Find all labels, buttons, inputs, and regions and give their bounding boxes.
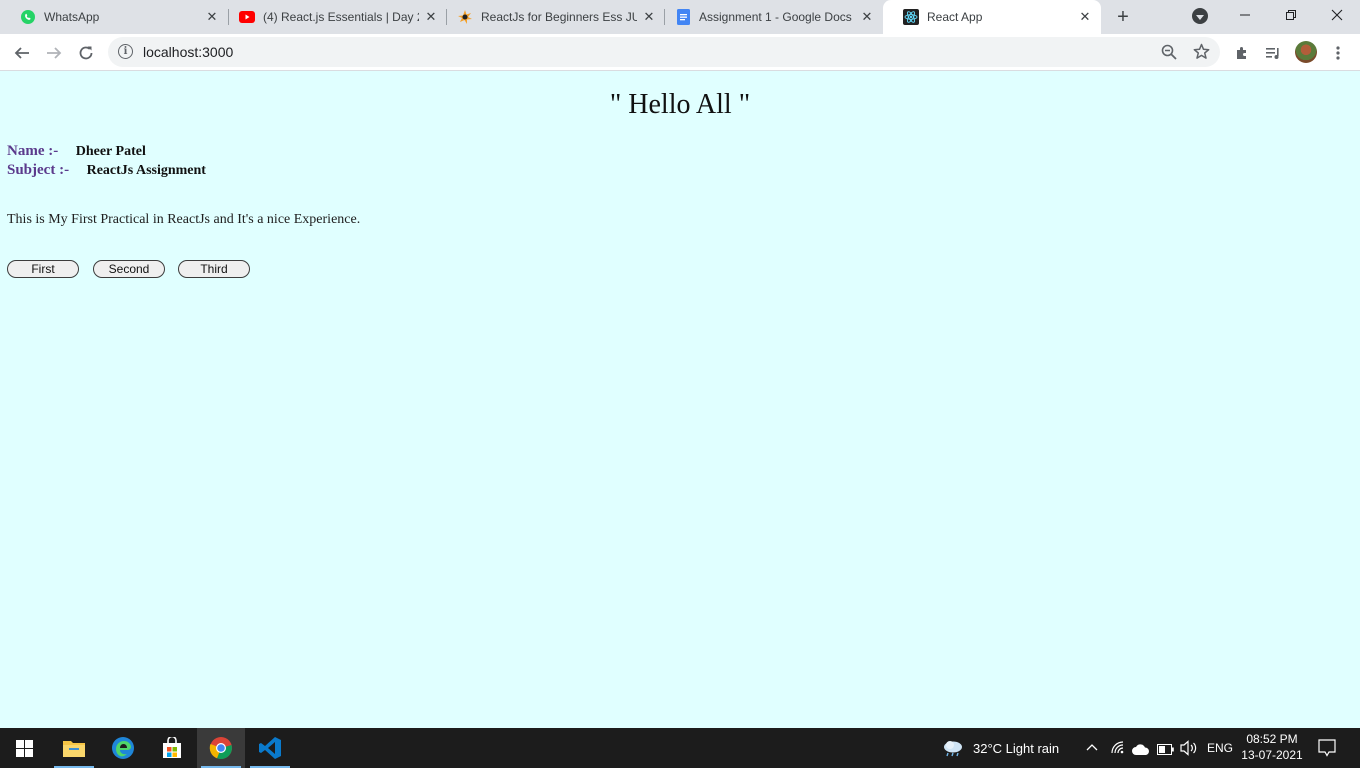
clock-time: 08:52 PM (1246, 732, 1298, 746)
back-button[interactable] (8, 39, 36, 67)
site-info-icon[interactable]: i (118, 44, 133, 59)
youtube-icon (239, 9, 255, 25)
third-button[interactable]: Third (178, 260, 250, 278)
name-value: Dheer Patel (75, 144, 146, 159)
name-label: Name :- (7, 143, 59, 159)
cloud-rain-icon[interactable] (942, 739, 964, 762)
wifi-icon[interactable] (1111, 741, 1125, 760)
browser-toolbar: i localhost:3000 (0, 34, 1360, 71)
bookmark-star-icon[interactable] (1193, 43, 1210, 65)
tab-label: Assignment 1 - Google Docs (699, 10, 852, 24)
page-content: " Hello All " Name :- Dheer Patel Subjec… (0, 71, 1360, 728)
windows-taskbar: 32°C Light rain ENG 08:52 PM 13-07-2021 (0, 728, 1360, 768)
subject-value: ReactJs Assignment (86, 163, 206, 178)
language-indicator[interactable]: ENG (1207, 741, 1233, 755)
first-button[interactable]: First (7, 260, 79, 278)
name-row: Name :- Dheer Patel (7, 143, 146, 160)
vscode-icon[interactable] (246, 728, 294, 768)
tab-label: ReactJs for Beginners Ess JUL (481, 10, 637, 24)
second-button[interactable]: Second (93, 260, 165, 278)
file-explorer-icon[interactable] (50, 728, 98, 768)
close-window-button[interactable] (1314, 0, 1360, 30)
subject-row: Subject :- ReactJs Assignment (7, 162, 206, 179)
extensions-icon[interactable] (1228, 39, 1256, 67)
tab-label: WhatsApp (44, 10, 100, 24)
tab-label: React App (927, 10, 983, 24)
reload-button[interactable] (72, 39, 100, 67)
menu-kebab-icon[interactable] (1324, 39, 1352, 67)
clock-date: 13-07-2021 (1241, 748, 1303, 762)
new-tab-button[interactable]: + (1110, 5, 1136, 29)
weather-text[interactable]: 32°C Light rain (973, 741, 1059, 756)
notification-icon[interactable] (1318, 739, 1336, 762)
close-icon[interactable]: ✕ (1077, 9, 1093, 25)
tab-reactjs-beginners[interactable]: ReactJs for Beginners Ess JUL ✕ (437, 0, 665, 34)
tab-google-docs[interactable]: Assignment 1 - Google Docs ✕ (655, 0, 883, 34)
battery-icon[interactable] (1157, 742, 1174, 760)
star-burst-icon (457, 9, 473, 25)
tab-whatsapp[interactable]: WhatsApp ✕ (0, 0, 228, 34)
edge-icon[interactable] (99, 728, 147, 768)
media-control-icon[interactable] (1259, 39, 1287, 67)
chevron-up-icon[interactable] (1086, 741, 1098, 759)
close-icon[interactable]: ✕ (859, 9, 875, 25)
subject-label: Subject :- (7, 162, 70, 178)
page-greeting: " Hello All " (609, 89, 751, 120)
restore-button[interactable] (1268, 0, 1314, 30)
chrome-icon[interactable] (197, 728, 245, 768)
store-icon[interactable] (148, 728, 196, 768)
onedrive-icon[interactable] (1132, 742, 1150, 760)
intro-paragraph: This is My First Practical in ReactJs an… (7, 212, 361, 227)
whatsapp-icon (20, 9, 36, 25)
close-icon[interactable]: ✕ (204, 9, 220, 25)
tab-strip: WhatsApp ✕ (4) React.js Essentials | Day… (0, 0, 1360, 34)
tab-react-essentials[interactable]: (4) React.js Essentials | Day 2 | ✕ (219, 0, 447, 34)
speaker-icon[interactable] (1180, 740, 1198, 761)
url-text[interactable]: localhost:3000 (143, 44, 233, 60)
google-docs-icon (675, 9, 691, 25)
clock[interactable]: 08:52 PM 13-07-2021 (1240, 731, 1304, 763)
forward-button[interactable] (40, 39, 68, 67)
minimize-button[interactable] (1222, 0, 1268, 30)
address-bar[interactable]: i localhost:3000 (108, 37, 1220, 67)
tab-react-app[interactable]: React App ✕ (883, 0, 1101, 34)
profile-avatar[interactable] (1295, 41, 1317, 63)
react-icon (903, 9, 919, 25)
tab-label: (4) React.js Essentials | Day 2 | (263, 10, 419, 24)
start-button[interactable] (0, 728, 48, 768)
tab-search-icon[interactable] (1192, 8, 1208, 24)
zoom-icon[interactable] (1161, 44, 1177, 65)
